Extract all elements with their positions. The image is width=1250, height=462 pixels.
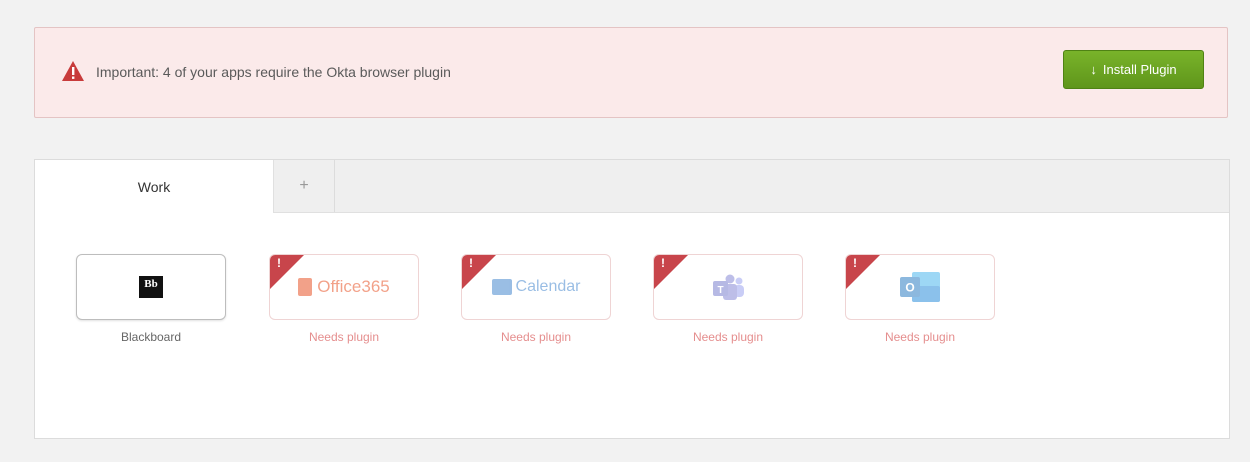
download-arrow-icon: ↓ — [1090, 62, 1097, 77]
app-caption: Needs plugin — [884, 330, 956, 344]
warning-icon — [62, 61, 84, 81]
install-plugin-label: Install Plugin — [1102, 62, 1177, 77]
app-blackboard: Bb Blackboard — [76, 254, 226, 344]
app-calendar: ! Calendar Needs plugin — [461, 254, 611, 344]
alert-message: Important: 4 of your apps require the Ok… — [96, 64, 451, 80]
apps-panel: Work + Bb Blackboard ! Office365 Needs p… — [34, 159, 1230, 439]
install-plugin-button[interactable]: ↓ Install Plugin — [1063, 50, 1204, 89]
app-tile-calendar[interactable]: ! Calendar — [461, 254, 611, 320]
tab-bar: Work + — [35, 160, 1229, 213]
outlook-logo-icon: O — [900, 272, 940, 302]
app-tile-office365[interactable]: ! Office365 — [269, 254, 419, 320]
blackboard-logo-icon: Bb — [139, 276, 163, 298]
app-caption: Needs plugin — [692, 330, 764, 344]
calendar-logo-icon: Calendar — [491, 278, 580, 296]
teams-logo-icon: T — [713, 274, 744, 300]
app-office365: ! Office365 Needs plugin — [269, 254, 419, 344]
app-tile-blackboard[interactable]: Bb — [76, 254, 226, 320]
svg-text:T: T — [717, 285, 723, 296]
app-caption: Needs plugin — [500, 330, 572, 344]
app-teams: ! T Needs plugin — [653, 254, 803, 344]
plugin-required-flag-icon — [846, 255, 880, 289]
app-tile-teams[interactable]: ! T — [653, 254, 803, 320]
plus-icon: + — [299, 177, 309, 194]
svg-text:O: O — [905, 281, 914, 295]
app-caption: Blackboard — [120, 330, 182, 344]
app-tile-outlook[interactable]: ! O — [845, 254, 995, 320]
plugin-required-flag-icon — [654, 255, 688, 289]
add-tab-button[interactable]: + — [274, 160, 335, 212]
tab-work-label: Work — [137, 178, 171, 195]
app-caption: Needs plugin — [308, 330, 380, 344]
tab-work[interactable]: Work — [35, 160, 274, 213]
app-outlook: ! O Needs plugin — [845, 254, 995, 344]
office365-logo-icon: Office365 — [298, 277, 390, 297]
plugin-alert: Important: 4 of your apps require the Ok… — [34, 27, 1228, 118]
